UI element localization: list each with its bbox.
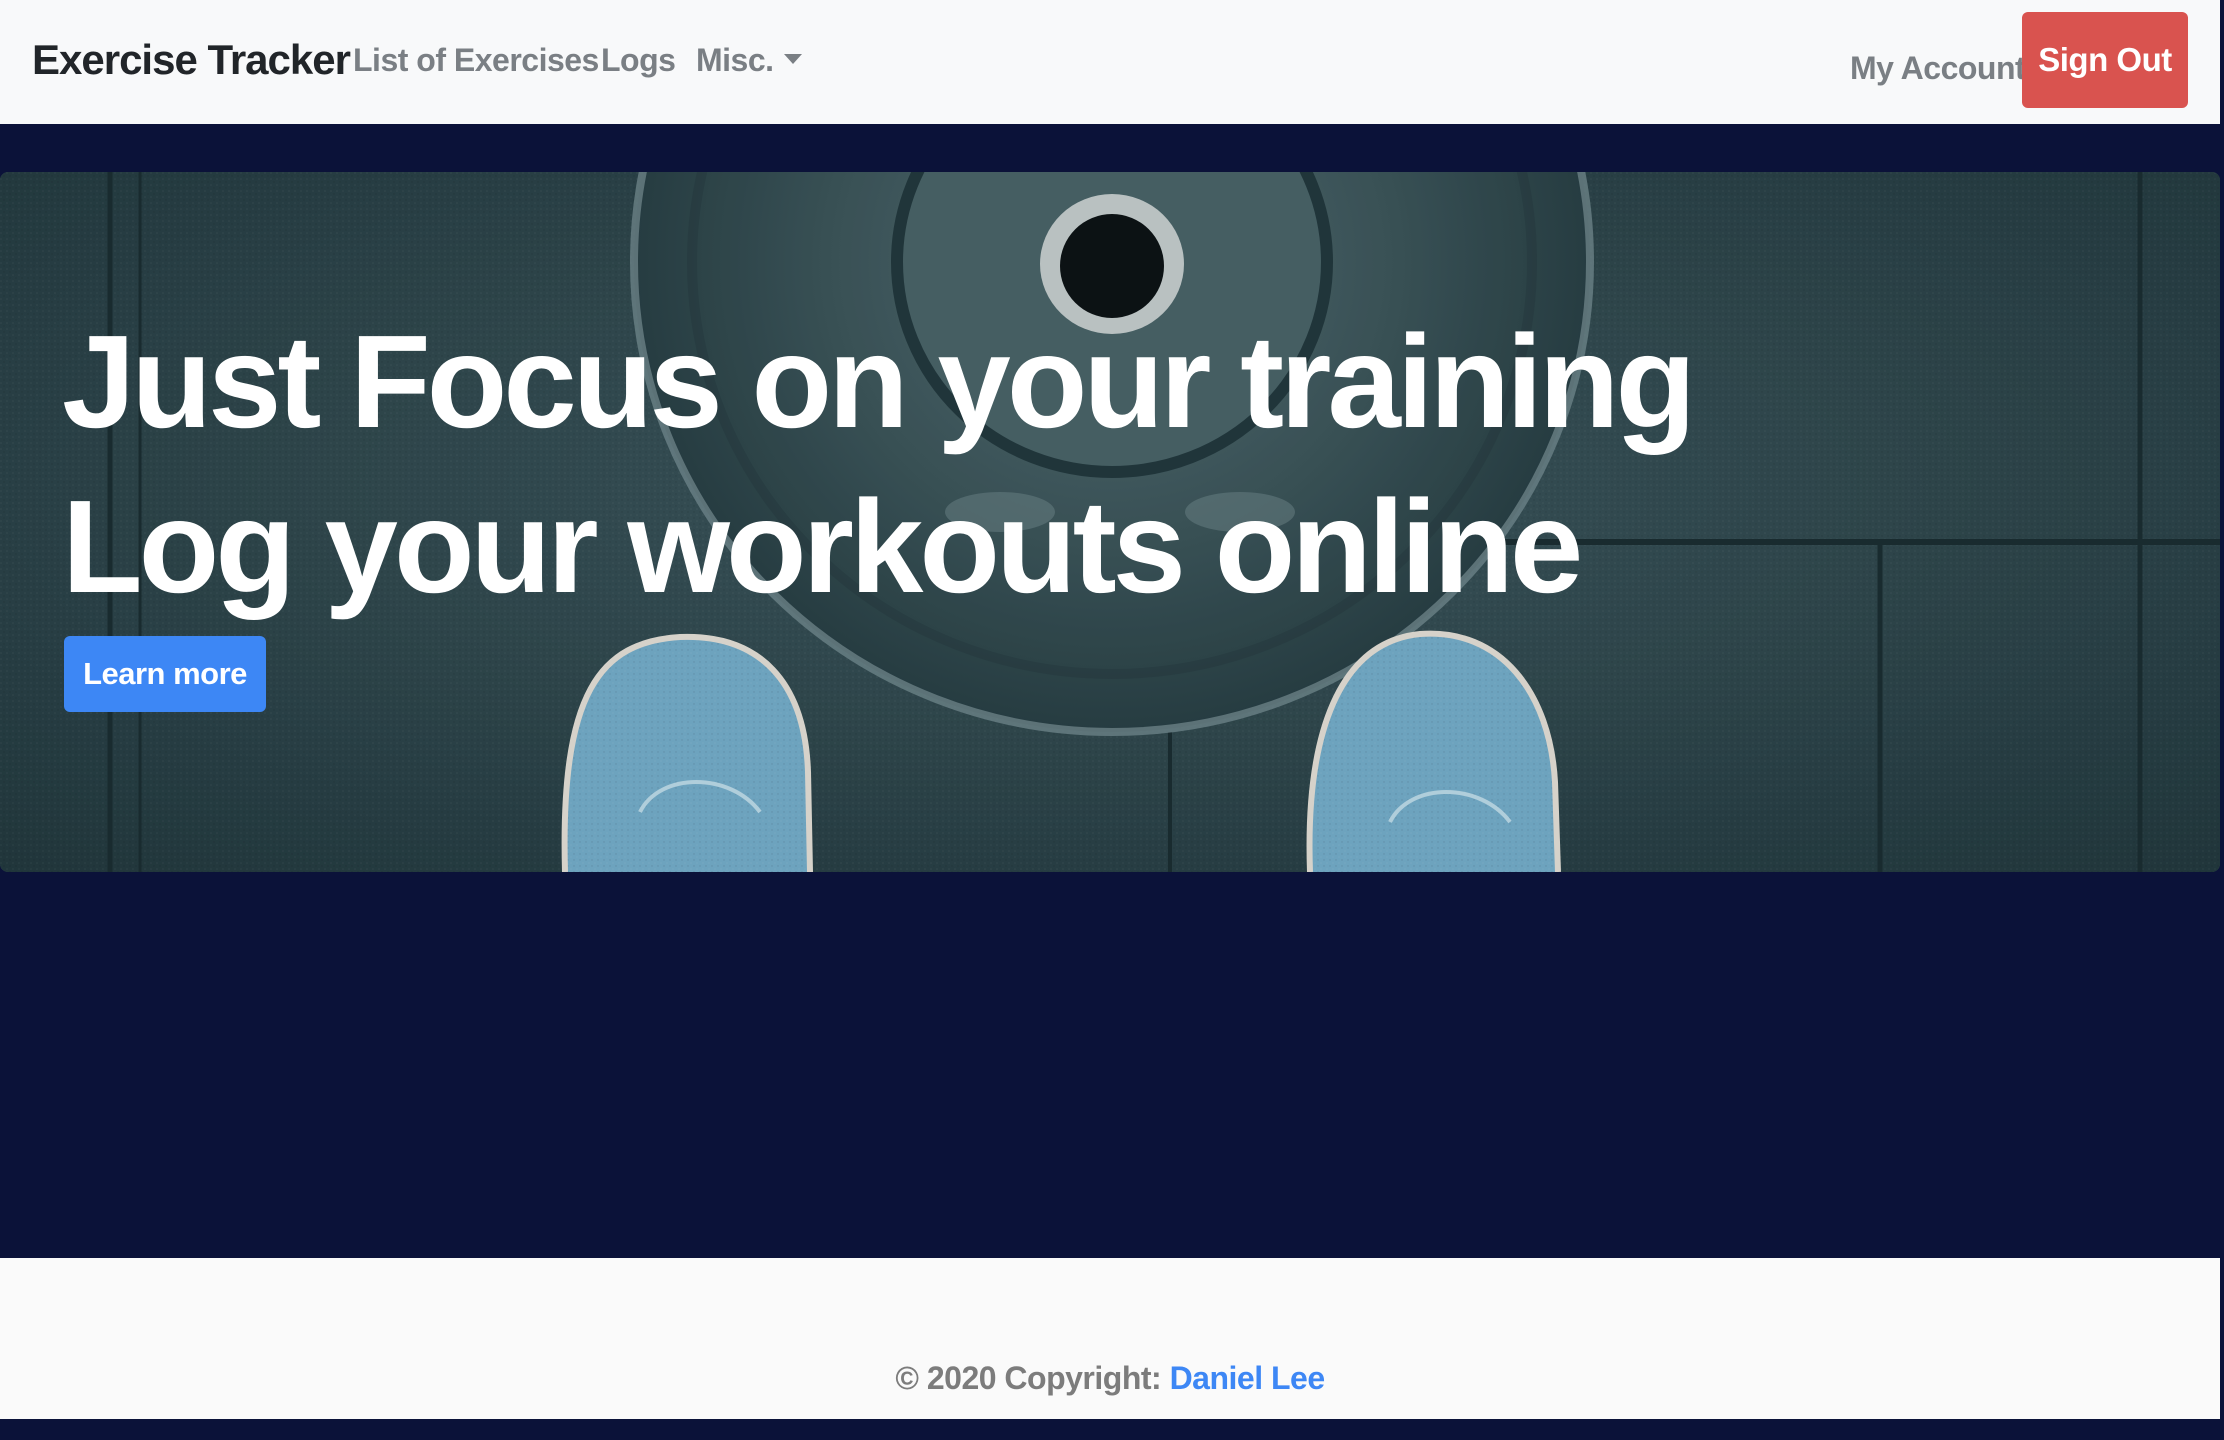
nav-link-list-of-exercises[interactable]: List of Exercises [353, 0, 599, 120]
nav-link-logs[interactable]: Logs [601, 0, 676, 120]
copyright-text: © 2020 Copyright: [895, 1360, 1170, 1396]
nav-dropdown-misc-label: Misc. [696, 42, 774, 78]
author-link[interactable]: Daniel Lee [1170, 1360, 1326, 1396]
learn-more-button[interactable]: Learn more [64, 636, 266, 712]
nav-dropdown-misc[interactable]: Misc. [696, 0, 802, 120]
page: Exercise Tracker List of Exercises Logs … [0, 0, 2224, 1440]
hero-title-line-2: Log your workouts online [62, 473, 1583, 620]
hero-banner: Just Focus on your training Log your wor… [0, 172, 2220, 872]
footer-copyright: © 2020 Copyright: Daniel Lee [0, 1360, 2220, 1397]
footer: © 2020 Copyright: Daniel Lee [0, 1258, 2220, 1419]
hero-title-line-1: Just Focus on your training [62, 308, 1696, 455]
nav-link-my-account[interactable]: My Account [1850, 8, 2026, 128]
brand-link[interactable]: Exercise Tracker [32, 0, 351, 120]
navbar: Exercise Tracker List of Exercises Logs … [0, 0, 2220, 124]
caret-down-icon [783, 53, 802, 64]
sign-out-button[interactable]: Sign Out [2022, 12, 2188, 108]
